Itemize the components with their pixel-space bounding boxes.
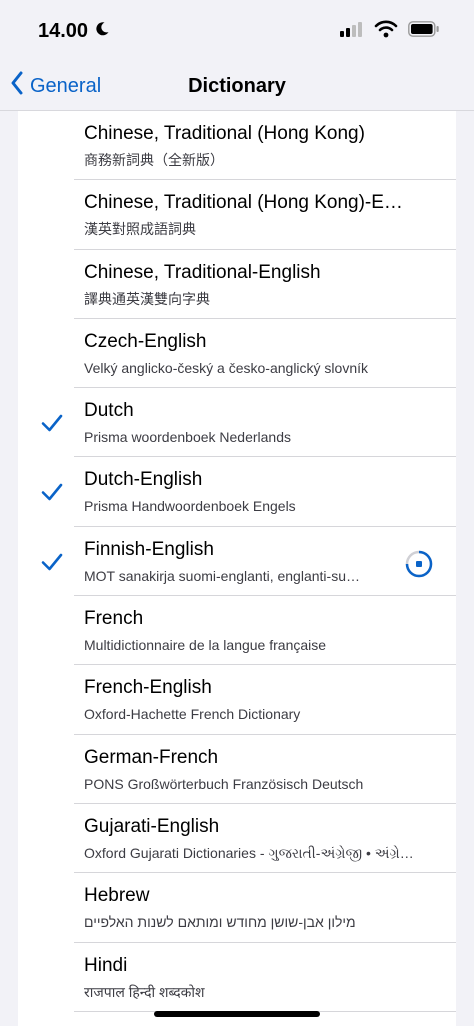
dictionary-name: Chinese, Traditional-English (84, 261, 321, 283)
dictionary-name: French (84, 608, 144, 630)
dictionary-subtitle: 譯典通英漢雙向字典 (84, 290, 210, 307)
dictionary-row[interactable]: Hindi राजपाल हिन्दी शब्दकोश (18, 943, 456, 1012)
status-bar: 14.00 (0, 0, 474, 62)
dictionary-text: Chinese, Traditional-English 譯典通英漢雙向字典 (84, 260, 416, 310)
dictionary-subtitle: PONS Großwörterbuch Französisch Deutsch (84, 775, 364, 792)
dictionary-row[interactable]: Chinese, Traditional (Hong Kong) 商務新詞典（全新… (18, 111, 456, 181)
dictionary-row[interactable]: Gujarati-English Oxford Gujarati Dictiona… (18, 804, 456, 874)
dictionary-text: French-English Oxford-Hachette French Dic… (84, 675, 416, 725)
dictionary-subtitle: 商務新詞典（全新版） (84, 152, 224, 168)
dictionary-name: French-English (84, 677, 212, 699)
wifi-icon (374, 20, 398, 43)
dictionary-subtitle: Oxford-Hachette French Dictionary (84, 706, 301, 723)
status-time: 14.00 (38, 20, 110, 43)
moon-icon (94, 20, 110, 43)
back-button[interactable]: General (10, 70, 101, 102)
status-icons (340, 20, 440, 43)
dictionary-name: Finnish-English (84, 538, 214, 560)
dictionary-row[interactable]: German-French PONS Großwörterbuch Französ… (18, 735, 456, 804)
dictionary-row[interactable]: Dutch Prisma woordenboek Nederlands (18, 388, 456, 458)
dictionary-row[interactable]: Hebrew מילון אבן-שושן מחודש ומותאם לשנות … (18, 873, 456, 943)
dictionary-text: Hindi राजपाल हिन्दी शब्दकोश (84, 953, 416, 1003)
dictionary-text: Finnish-English MOT sanakirja suomi-engla… (84, 537, 416, 587)
dictionary-row[interactable]: Czech-English Velký anglicko-český a česk… (18, 319, 456, 389)
dictionary-text: Dutch Prisma woordenboek Nederlands (84, 398, 416, 448)
download-progress-icon[interactable] (404, 549, 434, 579)
dictionary-row[interactable]: Finnish-English MOT sanakirja suomi-engla… (18, 527, 456, 597)
dictionary-name: Hindi (84, 954, 128, 976)
dictionary-name: Chinese, Traditional (Hong Kong) (84, 123, 365, 144)
dictionary-name: German-French (84, 746, 219, 768)
dictionary-text: Chinese, Traditional (Hong Kong) 商務新詞典（全新… (84, 121, 416, 171)
home-indicator (154, 1011, 320, 1017)
dictionary-text: Czech-English Velký anglicko-český a česk… (84, 329, 416, 379)
dictionary-name: Hebrew (84, 885, 150, 907)
dictionary-list: Chinese, Traditional (Hong Kong) 商務新詞典（全新… (18, 111, 456, 1026)
dictionary-subtitle: Oxford Gujarati Dictionaries - ગુજરાતી-અ… (84, 844, 414, 861)
dictionary-subtitle: Velký anglicko-český a česko-anglický sl… (84, 359, 369, 376)
chevron-left-icon (10, 71, 24, 101)
dictionary-row[interactable]: French Multidictionnaire de la langue fra… (18, 596, 456, 666)
dictionary-text: Hebrew מילון אבן-שושן מחודש ומותאם לשנות … (84, 883, 416, 933)
dictionary-text: Dutch-English Prisma Handwoordenboek Enge… (84, 467, 416, 517)
dictionary-subtitle: Multidictionnaire de la langue française (84, 637, 327, 654)
dictionary-row[interactable]: Chinese, Traditional-English 譯典通英漢雙向字典 (18, 250, 456, 319)
battery-icon (408, 20, 440, 42)
navigation-bar: General Dictionary (0, 62, 474, 110)
cellular-signal-icon (340, 21, 364, 42)
dictionary-name: Dutch (84, 400, 134, 422)
dictionary-text: Gujarati-English Oxford Gujarati Dictiona… (84, 814, 416, 864)
dictionary-name: Chinese, Traditional (Hong Kong)-E… (84, 192, 403, 214)
checkmark-icon (40, 411, 64, 435)
dictionary-text: German-French PONS Großwörterbuch Französ… (84, 745, 416, 795)
dictionary-subtitle: Prisma Handwoordenboek Engels (84, 498, 296, 515)
dictionary-subtitle: מילון אבן-שושן מחודש ומותאם לשנות האלפיי… (84, 914, 356, 931)
dictionary-row[interactable]: Chinese, Traditional (Hong Kong)-E… 漢英對照成… (18, 180, 456, 250)
dictionary-subtitle: 漢英對照成語詞典 (84, 221, 196, 238)
dictionary-name: Gujarati-English (84, 815, 220, 837)
dictionary-row[interactable]: French-English Oxford-Hachette French Dic… (18, 665, 456, 735)
dictionary-name: Czech-English (84, 330, 207, 352)
dictionary-subtitle: Prisma woordenboek Nederlands (84, 429, 291, 446)
checkmark-icon (40, 480, 64, 504)
checkmark-icon (40, 550, 64, 574)
dictionary-row[interactable]: Dutch-English Prisma Handwoordenboek Enge… (18, 457, 456, 527)
back-button-label: General (30, 74, 102, 97)
dictionary-subtitle: राजपाल हिन्दी शब्दकोश (84, 983, 205, 1000)
page-title: Dictionary (188, 74, 286, 97)
dictionary-text: French Multidictionnaire de la langue fra… (84, 606, 416, 656)
dictionary-text: Chinese, Traditional (Hong Kong)-E… 漢英對照成… (84, 190, 416, 240)
dictionary-subtitle: MOT sanakirja suomi-englanti, englanti-s… (84, 567, 360, 584)
dictionary-name: Dutch-English (84, 469, 203, 491)
clock-label: 14.00 (38, 19, 89, 42)
